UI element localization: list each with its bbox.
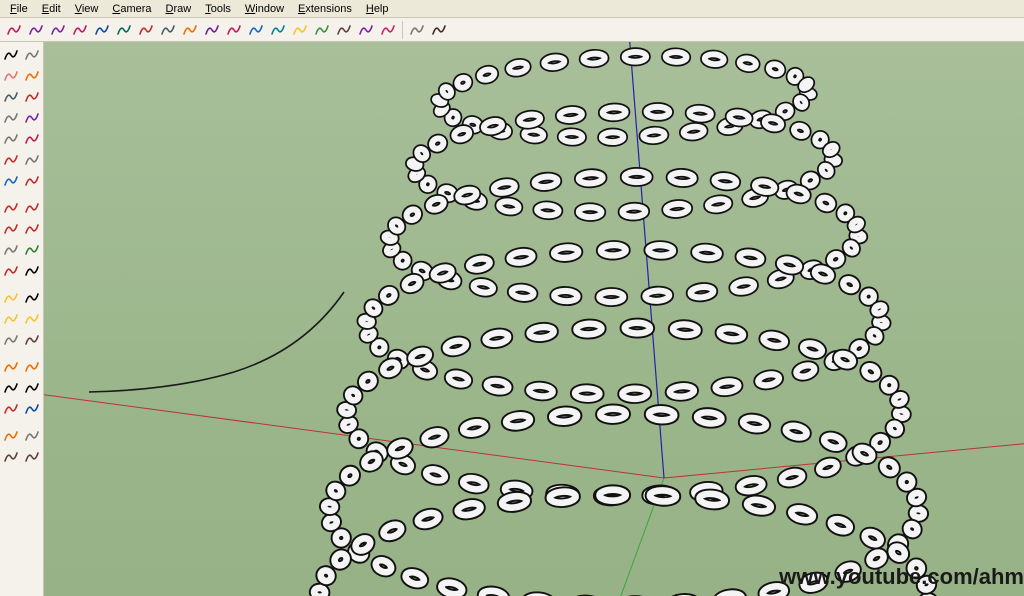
offset-tool[interactable] <box>0 260 22 281</box>
bezier-open-tool[interactable] <box>48 20 68 40</box>
pan-tool[interactable] <box>22 356 44 377</box>
nurbs-tool[interactable] <box>378 20 398 40</box>
horizontal-toolbar <box>0 18 1024 42</box>
menubar: FileEditViewCameraDrawToolsWindowExtensi… <box>0 0 1024 18</box>
next-tool[interactable] <box>22 398 44 419</box>
prev-tool[interactable] <box>0 398 22 419</box>
arc3-tool[interactable] <box>246 20 266 40</box>
axes-tool[interactable] <box>0 329 22 350</box>
line-tool[interactable] <box>158 20 178 40</box>
circle-tool[interactable] <box>356 20 376 40</box>
ribbon-tool[interactable] <box>312 20 332 40</box>
menu-camera[interactable]: Camera <box>106 2 157 16</box>
look-tool[interactable] <box>22 446 44 467</box>
menu-help[interactable]: Help <box>360 2 395 16</box>
circle-tool[interactable] <box>22 107 44 128</box>
text-tool[interactable] <box>22 287 44 308</box>
rotate-tool[interactable] <box>22 218 44 239</box>
fill-tool[interactable] <box>22 65 44 86</box>
wave-tool[interactable] <box>268 20 288 40</box>
menu-edit[interactable]: Edit <box>36 2 67 16</box>
polyline-tool[interactable] <box>180 20 200 40</box>
helix-tool[interactable] <box>136 20 156 40</box>
follow-tool[interactable] <box>0 239 22 260</box>
curve-tool[interactable] <box>202 20 222 40</box>
bezier-n-tool[interactable] <box>4 20 24 40</box>
viewport-3d[interactable]: www.youtube.com/ahm <box>44 42 1024 596</box>
freehand-tool[interactable] <box>92 20 112 40</box>
orbit-tool[interactable] <box>0 356 22 377</box>
pushpull-tool[interactable] <box>0 218 22 239</box>
zoom-tool[interactable] <box>0 377 22 398</box>
pencil-tool[interactable] <box>22 86 44 107</box>
walk-tool[interactable] <box>0 446 22 467</box>
pie-tool[interactable] <box>0 149 22 170</box>
arc-tool[interactable] <box>22 128 44 149</box>
eraser-tool[interactable] <box>0 65 22 86</box>
menu-tools[interactable]: Tools <box>199 2 237 16</box>
ant-tool[interactable] <box>429 20 449 40</box>
arc4-tool[interactable] <box>22 170 44 191</box>
move-tool[interactable] <box>0 197 22 218</box>
arc2-tool[interactable] <box>224 20 244 40</box>
tape-tool[interactable] <box>0 287 22 308</box>
protractor-tool[interactable] <box>22 260 44 281</box>
dim-tool[interactable] <box>0 308 22 329</box>
spiral-tool[interactable] <box>114 20 134 40</box>
sample-tool[interactable] <box>22 425 44 446</box>
poly-tool[interactable] <box>0 128 22 149</box>
select-tool[interactable] <box>0 44 22 65</box>
menu-extensions[interactable]: Extensions <box>292 2 358 16</box>
menu-file[interactable]: File <box>4 2 34 16</box>
main-area: www.youtube.com/ahm <box>0 42 1024 596</box>
menu-view[interactable]: View <box>69 2 105 16</box>
zoomwin-tool[interactable] <box>22 377 44 398</box>
viewport-canvas <box>44 42 1024 596</box>
paint-tool[interactable] <box>0 425 22 446</box>
line-tool[interactable] <box>0 86 22 107</box>
scale-tool[interactable] <box>22 239 44 260</box>
label-tool[interactable] <box>22 308 44 329</box>
select2-tool[interactable] <box>22 44 44 65</box>
left-toolbar <box>0 42 44 596</box>
arc3-tool[interactable] <box>0 170 22 191</box>
measure-tool[interactable] <box>22 149 44 170</box>
watermark-text: www.youtube.com/ahm <box>779 564 1024 590</box>
arc-tool[interactable] <box>70 20 90 40</box>
menu-window[interactable]: Window <box>239 2 290 16</box>
cross-tool[interactable] <box>22 197 44 218</box>
menu-draw[interactable]: Draw <box>160 2 198 16</box>
bezier-tool[interactable] <box>26 20 46 40</box>
bolt-tool[interactable] <box>290 20 310 40</box>
rect-tool[interactable] <box>0 107 22 128</box>
section-tool[interactable] <box>22 329 44 350</box>
weld-tool[interactable] <box>407 20 427 40</box>
spur-tool[interactable] <box>334 20 354 40</box>
